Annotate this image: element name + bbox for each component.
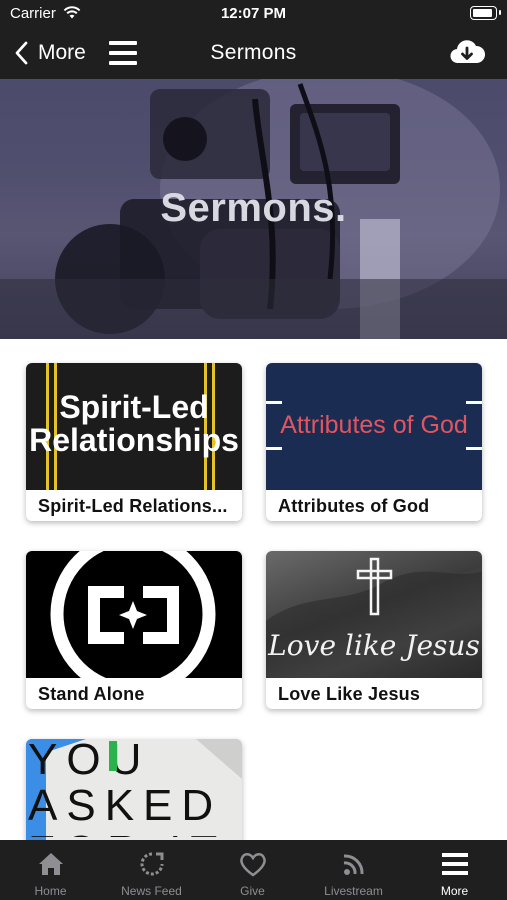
series-title: Stand Alone: [38, 684, 145, 704]
series-artwork: Attributes of God: [266, 363, 482, 490]
stand-alone-logo: [50, 551, 216, 678]
cloud-download-icon[interactable]: [449, 37, 485, 67]
hamburger-menu-icon: [441, 853, 468, 875]
series-artwork: [26, 551, 242, 678]
artwork-text: YOU ASKED FOR IT: [28, 739, 223, 837]
artwork-text: Love like Jesus: [268, 629, 480, 662]
navigation-bar: More Sermons: [0, 28, 507, 79]
tab-label: Livestream: [324, 884, 383, 898]
status-time: 12:07 PM: [220, 5, 287, 22]
artwork-text: YOU ASKED FOR IT: [26, 739, 242, 837]
battery-icon: [470, 6, 501, 20]
status-bar: Carrier 12:07 PM: [0, 0, 507, 28]
series-artwork: Spirit-Led Relationships: [26, 363, 242, 490]
heart-icon: [239, 853, 266, 877]
sermon-series-card[interactable]: Stand Alone: [26, 551, 242, 709]
artwork-text: Attributes of God: [280, 411, 468, 439]
page-title: Sermons: [210, 41, 297, 64]
rss-icon: [343, 854, 364, 875]
tab-livestream[interactable]: Livestream: [303, 840, 404, 900]
home-icon: [38, 853, 63, 875]
sermon-series-card[interactable]: Attributes of God Attributes of God: [266, 363, 482, 521]
tab-give[interactable]: Give: [202, 840, 303, 900]
tab-label: Home: [34, 884, 67, 898]
sermon-series-card[interactable]: Love like Jesus Love Like Jesus: [266, 551, 482, 709]
tab-bar: Home News Feed Give Livestream More: [0, 840, 507, 900]
tab-label: More: [440, 884, 469, 898]
tab-home[interactable]: Home: [0, 840, 101, 900]
series-title: Attributes of God: [278, 496, 430, 516]
series-title: Spirit-Led Relations...: [38, 496, 228, 516]
artwork-accent: [109, 741, 117, 771]
series-title: Love Like Jesus: [278, 684, 421, 704]
news-feed-icon: [140, 852, 163, 876]
sermons-screen: Carrier 12:07 PM More Sermons Sermons. S…: [0, 0, 507, 900]
tab-label: News Feed: [121, 884, 182, 898]
hero-banner: Sermons.: [0, 79, 507, 339]
sermon-series-card[interactable]: Spirit-Led Relationships Spirit-Led Rela…: [26, 363, 242, 521]
artwork-text: Spirit-Led Relationships: [29, 389, 239, 458]
tab-label: Give: [240, 884, 265, 898]
hero-title: Sermons.: [160, 186, 347, 230]
series-artwork: Love like Jesus: [266, 551, 482, 678]
tab-news-feed[interactable]: News Feed: [101, 840, 202, 900]
tab-more[interactable]: More: [404, 840, 505, 900]
